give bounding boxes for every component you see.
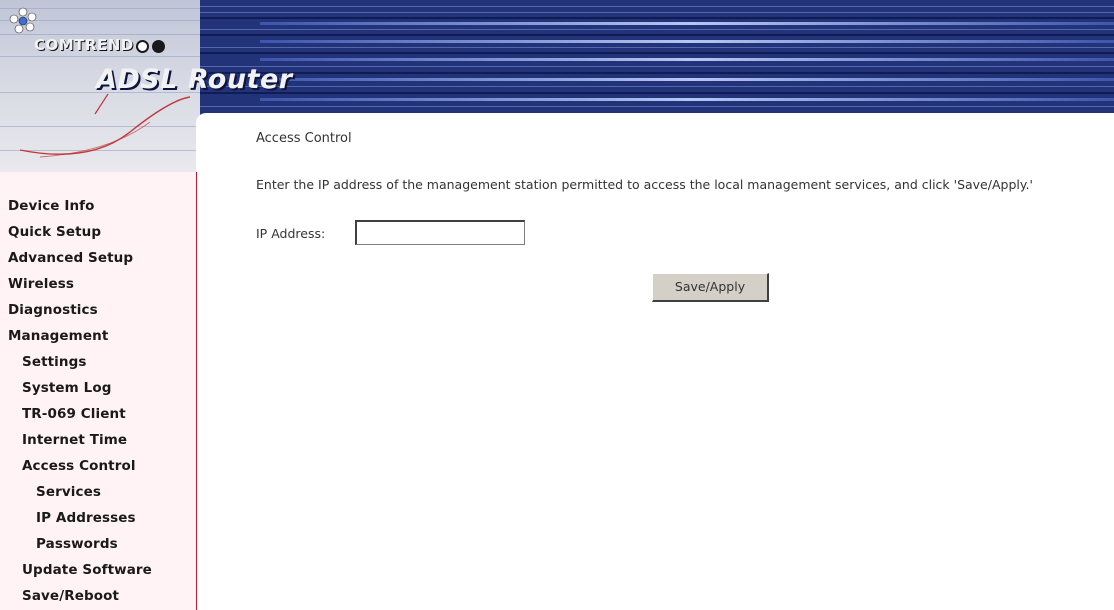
sidebar-item-wireless[interactable]: Wireless [8,276,74,292]
brand-dots-icon [136,38,168,57]
sidebar-item-save-reboot[interactable]: Save/Reboot [22,588,119,604]
sidebar-item-device-info[interactable]: Device Info [8,198,95,214]
product-title: ADSL Router [96,64,293,95]
sidebar-item-update-software[interactable]: Update Software [22,562,152,578]
sidebar-item-passwords[interactable]: Passwords [36,536,118,552]
ip-address-input[interactable] [355,220,525,245]
sidebar-item-management[interactable]: Management [8,328,108,344]
sidebar-item-system-log[interactable]: System Log [22,380,111,396]
sidebar-item-tr069-client[interactable]: TR-069 Client [22,406,126,422]
ip-address-label: IP Address: [256,226,326,241]
save-apply-button[interactable]: Save/Apply [652,273,769,302]
instructions-text: Enter the IP address of the management s… [256,177,1033,192]
flower-logo-icon [9,7,37,34]
sidebar-item-ip-addresses[interactable]: IP Addresses [36,510,136,526]
sidebar-item-advanced-setup[interactable]: Advanced Setup [8,250,133,266]
brand-name: COMTREND [34,36,134,54]
sidebar-item-internet-time[interactable]: Internet Time [22,432,127,448]
sidebar-item-settings[interactable]: Settings [22,354,87,370]
sidebar-nav: Device Info Quick Setup Advanced Setup W… [0,172,197,610]
sidebar-item-quick-setup[interactable]: Quick Setup [8,224,101,240]
sidebar-item-diagnostics[interactable]: Diagnostics [8,302,98,318]
sidebar-item-services[interactable]: Services [36,484,101,500]
sidebar-item-access-control[interactable]: Access Control [22,458,136,474]
page-title: Access Control [256,131,352,146]
brand-logo: COMTREND [0,0,200,158]
